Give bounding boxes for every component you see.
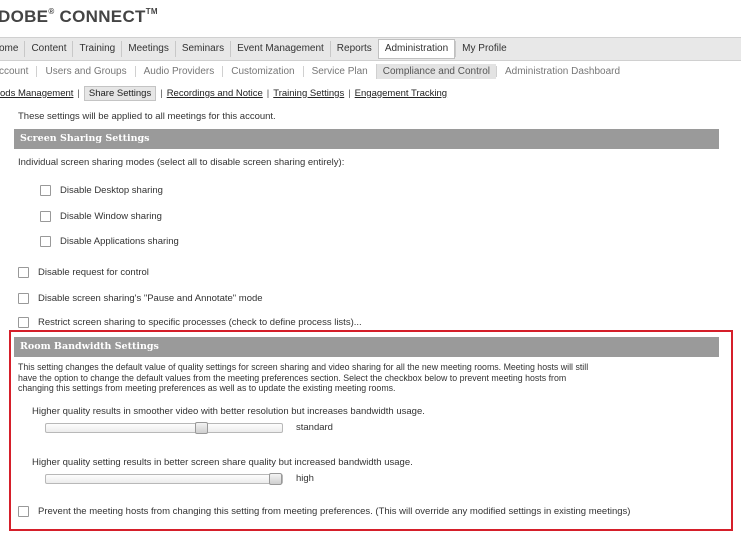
prevent-hosts-label: Prevent the meeting hosts from changing … [38,506,631,518]
video-quality-slider[interactable] [45,422,283,434]
subnav-users-and-groups[interactable]: Users and Groups [36,65,134,77]
subnav-account[interactable]: ccount [0,66,36,77]
video-quality-value: standard [296,422,333,433]
video-quality-thumb[interactable] [195,422,208,434]
prevent-hosts-option[interactable]: Prevent the meeting hosts from changing … [18,506,630,517]
disable-desktop-checkbox[interactable] [40,185,51,196]
disable-request-control-checkbox[interactable] [18,267,29,278]
subnav-service-plan[interactable]: Service Plan [302,65,376,77]
disable-applications-checkbox[interactable] [40,236,51,247]
brand-header: DOBE® CONNECTTM [0,0,741,36]
restrict-processes-label: Restrict screen sharing to specific proc… [38,317,362,329]
disable-desktop-label: Disable Desktop sharing [60,185,163,197]
subnav-compliance-and-control[interactable]: Compliance and Control [375,63,496,79]
screen-sharing-heading: Screen Sharing Settings [14,129,719,149]
tab-training-settings[interactable]: Training Settings [273,88,344,99]
tab-share-settings[interactable]: Share Settings [83,85,157,101]
nav-seminars[interactable]: Seminars [174,41,230,57]
screen-quality-label: Higher quality setting results in better… [32,457,413,468]
disable-pause-annotate-label: Disable screen sharing's "Pause and Anno… [38,293,263,305]
nav-content[interactable]: Content [24,41,72,57]
brand-logo: DOBE® CONNECTTM [0,7,158,26]
subnav-customization[interactable]: Customization [222,65,302,77]
restrict-processes-option[interactable]: Restrict screen sharing to specific proc… [18,317,362,328]
main-nav: ome Content Training Meetings Seminars E… [0,37,741,61]
description-line: changing this settings from meeting pref… [18,383,396,393]
disable-desktop-option[interactable]: Disable Desktop sharing [40,185,163,196]
settings-panel: These settings will be applied to all me… [14,104,719,535]
disable-applications-option[interactable]: Disable Applications sharing [40,236,179,247]
nav-my-profile[interactable]: My Profile [455,41,512,57]
subnav-administration-dashboard[interactable]: Administration Dashboard [496,65,628,77]
description-line: have the option to change the default va… [18,372,567,383]
modes-label: Individual screen sharing modes (select … [18,157,345,168]
bandwidth-description: This setting changes the default value o… [18,362,718,394]
nav-event-management[interactable]: Event Management [230,41,330,57]
disable-window-option[interactable]: Disable Window sharing [40,211,162,222]
disable-applications-label: Disable Applications sharing [60,236,179,248]
disable-window-checkbox[interactable] [40,211,51,222]
description-line: This setting changes the default value o… [18,362,589,372]
video-quality-label: Higher quality results in smoother video… [32,406,425,417]
nav-home[interactable]: ome [0,41,24,57]
disable-pause-annotate-option[interactable]: Disable screen sharing's "Pause and Anno… [18,293,263,304]
disable-window-label: Disable Window sharing [60,211,162,223]
screen-quality-thumb[interactable] [269,473,282,485]
tab-engagement-tracking[interactable]: Engagement Tracking [355,88,447,99]
intro-text: These settings will be applied to all me… [18,111,276,122]
separator: | [348,87,351,99]
screen-quality-value: high [296,473,314,484]
nav-administration[interactable]: Administration [377,39,456,59]
restrict-processes-checkbox[interactable] [18,317,29,328]
separator: | [77,87,80,99]
sub-nav: ccount Users and Groups Audio Providers … [0,61,741,81]
separator: | [160,87,163,99]
tab-pods-management[interactable]: ods Management [0,88,73,99]
nav-meetings[interactable]: Meetings [121,41,175,57]
disable-pause-annotate-checkbox[interactable] [18,293,29,304]
prevent-hosts-checkbox[interactable] [18,506,29,517]
nav-reports[interactable]: Reports [329,41,378,57]
disable-request-control-option[interactable]: Disable request for control [18,267,149,278]
tab-recordings-and-notice[interactable]: Recordings and Notice [167,88,263,99]
bandwidth-heading: Room Bandwidth Settings [14,337,719,357]
separator: | [266,87,270,99]
nav-training[interactable]: Training [72,41,121,57]
subnav-audio-providers[interactable]: Audio Providers [134,65,223,77]
screen-quality-slider[interactable] [45,473,283,485]
settings-tabs: ods Management | Share Settings | Record… [0,84,741,102]
disable-request-control-label: Disable request for control [38,267,149,279]
